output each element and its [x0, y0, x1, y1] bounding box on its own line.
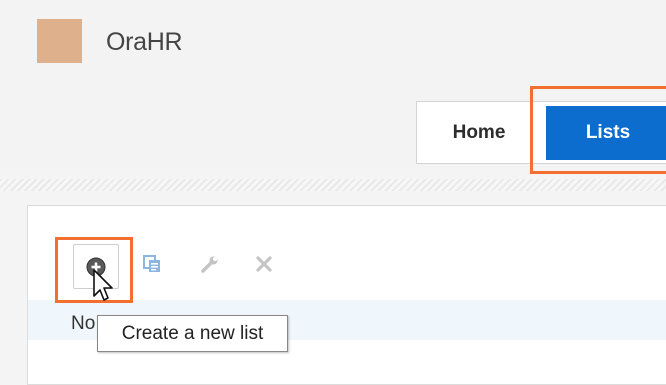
app-title: OraHR	[106, 28, 183, 56]
copy-list-button[interactable]	[134, 244, 170, 284]
tooltip: Create a new list	[97, 315, 288, 352]
lists-panel	[27, 205, 666, 385]
delete-list-button[interactable]	[246, 244, 282, 284]
tab-lists[interactable]: Lists	[546, 106, 666, 160]
wrench-icon	[201, 256, 218, 273]
mouse-cursor-icon	[93, 269, 113, 301]
app-logo	[37, 19, 82, 63]
tab-home[interactable]: Home	[417, 102, 541, 164]
edit-list-button[interactable]	[192, 244, 228, 284]
app-header: OraHR Home Lists	[0, 0, 666, 168]
list-row-text: No	[71, 313, 96, 334]
section-divider	[0, 179, 666, 191]
close-icon	[256, 256, 272, 272]
copy-icon	[143, 255, 160, 272]
tab-bar: Home Lists	[416, 101, 666, 164]
